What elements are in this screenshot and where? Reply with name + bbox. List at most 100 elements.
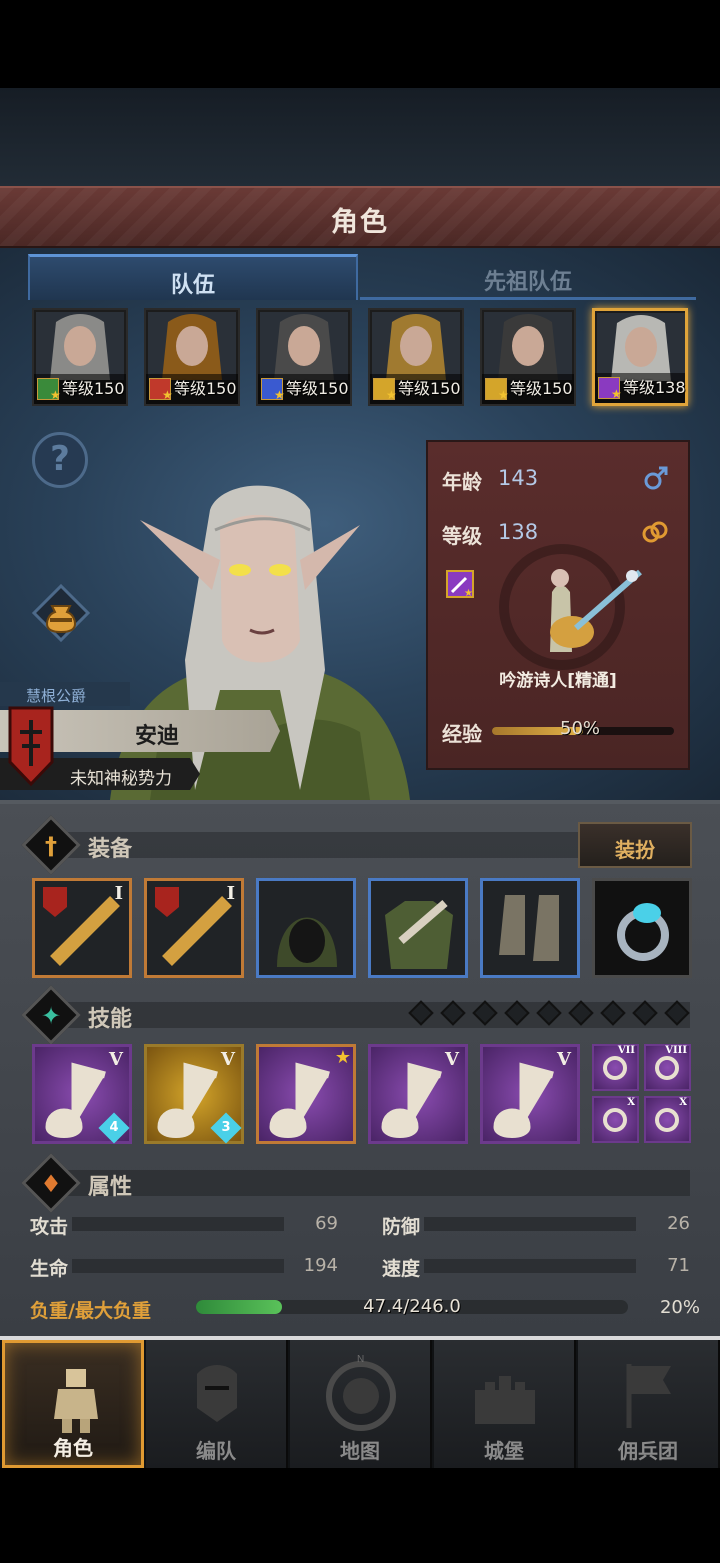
tab-team[interactable]: 队伍 (28, 254, 358, 300)
skills-band (60, 1002, 690, 1028)
compass-passive[interactable]: VII (592, 1044, 639, 1091)
skill-count: 3 (210, 1112, 242, 1144)
equipment-tier: I (226, 883, 235, 904)
wand-passive[interactable]: VIII (644, 1044, 691, 1091)
exp-label: 经验 (442, 722, 482, 746)
hero-noble-title: 慧根公爵 (0, 682, 130, 706)
load-text: 47.4/246.0 (363, 1296, 461, 1317)
hp-label: 生命 (30, 1258, 69, 1280)
nav-map-label: 地图 (340, 1439, 380, 1463)
sword-icon: † (45, 832, 57, 860)
equipment-icon (499, 895, 559, 961)
star-icon: ★ (498, 388, 509, 402)
crystal-group-skill[interactable]: V (480, 1044, 580, 1144)
speed-label: 速度 (382, 1258, 421, 1280)
bard-class-icon: ★ (446, 570, 474, 598)
skill-count-text: 3 (221, 1120, 231, 1135)
star-icon: ★ (611, 387, 622, 401)
passive-tier: X (627, 1097, 635, 1108)
attributes-title: 属性 (88, 1175, 133, 1200)
party-level: 等级150 (62, 379, 125, 398)
hp-value: 194 (303, 1255, 338, 1276)
mercenary-flag-icon (626, 1364, 671, 1428)
boots-slot[interactable] (480, 878, 580, 978)
hero-name: 安迪 (135, 724, 180, 749)
defense-bar (424, 1217, 636, 1231)
party-level: 等级150 (174, 379, 237, 398)
nav-castle[interactable]: 城堡 (434, 1340, 576, 1468)
faction-banner-icon (8, 706, 54, 786)
castle-icon (475, 1376, 535, 1424)
party-member-2[interactable]: ★ 等级150 (144, 308, 240, 406)
star-icon: ★ (334, 1047, 351, 1068)
party-member-6[interactable]: ★ 等级138 (592, 308, 688, 406)
nav-character[interactable]: 角色 (2, 1340, 144, 1468)
game-screen: 角色 队伍 先祖队伍 ★ 等级150 ★ 等级150 ★ 等级150 ★ 等级150 ★ 等级15… (0, 0, 720, 1563)
party-level: 等级150 (286, 379, 349, 398)
flame-icon: ♦ (40, 1170, 62, 1198)
star-icon: ★ (386, 388, 397, 402)
exp-percent: 50% (560, 718, 601, 739)
dress-up-button[interactable]: 装扮 (578, 822, 692, 868)
crystal-song-skill[interactable]: ★ (256, 1044, 356, 1144)
lute-weapon-slot-2[interactable]: I (144, 878, 244, 978)
defense-label: 防御 (382, 1216, 421, 1238)
nav-mercenary[interactable]: 佣兵团 (578, 1340, 720, 1468)
bag-button[interactable] (31, 583, 91, 643)
party-level: 等级150 (510, 379, 573, 398)
hood-slot[interactable] (256, 878, 356, 978)
attack-label: 攻击 (30, 1216, 69, 1238)
tab-ancestor-team[interactable]: 先祖队伍 (360, 254, 696, 300)
speed-bar (424, 1259, 636, 1273)
male-gender-icon (644, 466, 668, 490)
bag-icon (31, 583, 91, 643)
skill-tier: V (221, 1049, 235, 1070)
song-skill[interactable]: V4 (32, 1044, 132, 1144)
equipment-title: 装备 (88, 837, 133, 862)
equipment-icon (277, 917, 337, 967)
nav-formation-label: 编队 (196, 1439, 236, 1463)
party-portrait (597, 313, 685, 381)
load-percent: 20% (659, 1297, 700, 1318)
compass-north-letter: N (357, 1354, 364, 1365)
nav-map[interactable]: N 地图 (290, 1340, 432, 1468)
lute-weapon-slot[interactable]: I (32, 878, 132, 978)
party-member-5[interactable]: ★ 等级150 (480, 308, 576, 406)
shield-passive[interactable]: X (644, 1096, 691, 1143)
star-burst-icon: ✦ (40, 1002, 62, 1030)
attributes-section-header: ♦ 属性 (0, 1153, 720, 1213)
star-icon: ★ (50, 388, 61, 402)
top-dark-band (0, 88, 720, 188)
skill-tier: V (557, 1049, 571, 1070)
party-level: 等级138 (623, 378, 686, 397)
star-icon: ★ (274, 388, 285, 402)
passive-tier: VII (617, 1045, 635, 1056)
hero-info-card: 年龄 143 等级 138 ★ 吟游诗人[精通] 经验 50% (426, 440, 690, 770)
burst-passive[interactable]: X (592, 1096, 639, 1143)
party-member-3[interactable]: ★ 等级150 (256, 308, 352, 406)
skill-count-text: 4 (109, 1120, 119, 1135)
party-level: 等级150 (398, 379, 461, 398)
crystal-hand-skill[interactable]: V (368, 1044, 468, 1144)
holy-shield-skill[interactable]: V3 (144, 1044, 244, 1144)
party-row: ★ 等级150 ★ 等级150 ★ 等级150 ★ 等级150 ★ 等级150 ★ 等级138 (32, 308, 692, 408)
title-bar: 角色 (0, 186, 720, 248)
compass-icon: N (326, 1354, 396, 1431)
speed-value: 71 (667, 1255, 690, 1276)
page-title: 角色 (331, 207, 389, 238)
star-icon: ★ (162, 388, 173, 402)
knight-icon (54, 1369, 98, 1433)
ring-slot[interactable] (592, 878, 692, 978)
help-button[interactable]: ? (32, 432, 88, 488)
load-label: 负重/最大负重 (30, 1300, 151, 1322)
skill-count: 4 (98, 1112, 130, 1144)
party-portrait (484, 312, 572, 380)
party-member-4[interactable]: ★ 等级150 (368, 308, 464, 406)
tunic-slot[interactable] (368, 878, 468, 978)
attack-value: 69 (315, 1213, 338, 1234)
faction-name: 未知神秘势力 (70, 769, 172, 789)
age-label: 年龄 (442, 470, 482, 494)
party-member-1[interactable]: ★ 等级150 (32, 308, 128, 406)
nav-castle-label: 城堡 (484, 1439, 524, 1463)
nav-formation[interactable]: 编队 (146, 1340, 288, 1468)
